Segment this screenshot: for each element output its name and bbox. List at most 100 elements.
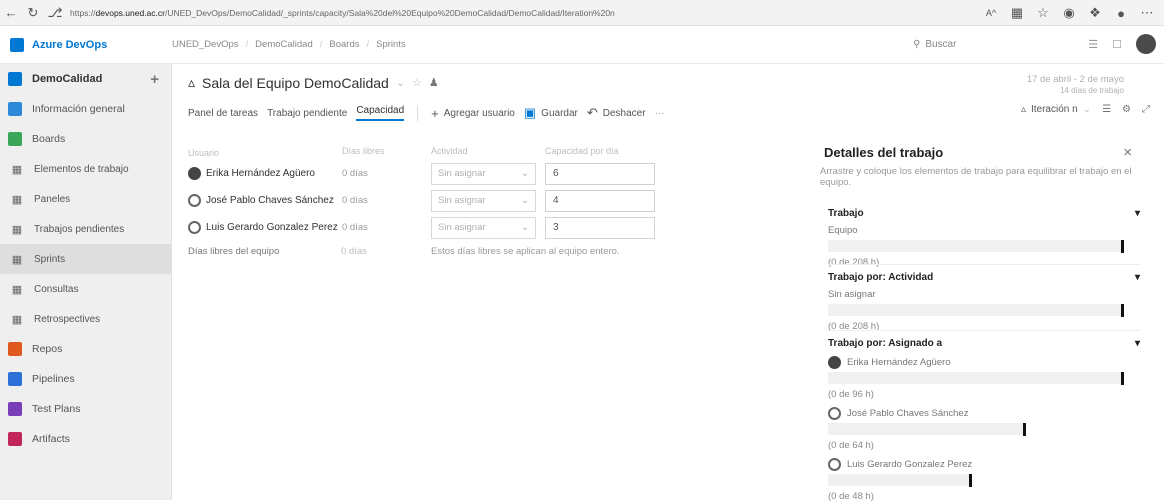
work-team-label: Equipo bbox=[828, 225, 858, 236]
settings-list-icon[interactable]: ☰ bbox=[1088, 38, 1098, 51]
user-cell: Erika Hernández Agüero bbox=[188, 167, 341, 180]
tab-taskboard[interactable]: Panel de tareas bbox=[188, 108, 258, 119]
divider bbox=[828, 264, 1140, 265]
favorite-star-icon[interactable]: ☆ bbox=[412, 76, 422, 89]
tab-capacity[interactable]: Capacidad bbox=[356, 105, 405, 121]
more-icon[interactable]: ⋯ bbox=[1136, 2, 1158, 24]
sidebar-item-test-plans[interactable]: Test Plans bbox=[0, 394, 171, 424]
work-team-hours: (0 de 208 h) bbox=[828, 257, 880, 268]
marketplace-icon[interactable]: ☐ bbox=[1112, 38, 1122, 51]
url-prefix: https:// bbox=[70, 7, 96, 18]
brand[interactable]: Azure DevOps bbox=[0, 37, 172, 52]
chevron-down-icon: ⌄ bbox=[1082, 104, 1092, 115]
activity-select[interactable]: Sin asignar ⌄ bbox=[431, 216, 536, 239]
chevron-down-icon: ⌄ bbox=[521, 222, 529, 233]
favorites-icon[interactable]: ☆ bbox=[1032, 2, 1054, 24]
chevron-down-icon[interactable]: ⌄ bbox=[396, 76, 405, 89]
sidebar-item-boards[interactable]: Boards bbox=[0, 124, 171, 154]
sidebar-item-repos[interactable]: Repos bbox=[0, 334, 171, 364]
column-header-capacity: Capacidad por día bbox=[545, 146, 619, 156]
breadcrumb-org[interactable]: UNED_DevOps bbox=[172, 39, 239, 50]
capacity-value: 3 bbox=[553, 222, 559, 233]
url-path: /UNED_DevOps/DemoCalidad/_sprints/capaci… bbox=[164, 7, 615, 18]
team-name[interactable]: Sala del Equipo DemoCalidad bbox=[202, 75, 389, 91]
iteration-picker[interactable]: ▵ Iteración n ⌄ bbox=[1021, 104, 1091, 115]
activity-value: Sin asignar bbox=[438, 222, 486, 233]
sidebar-item-paneles[interactable]: ▦ Paneles bbox=[0, 184, 171, 214]
collapse-icon[interactable]: ▾ bbox=[1135, 272, 1140, 283]
project-label: DemoCalidad bbox=[32, 73, 103, 85]
capacity-input[interactable]: 3 bbox=[545, 216, 655, 239]
panels-icon: ▦ bbox=[11, 193, 23, 206]
back-icon[interactable]: ← bbox=[0, 2, 22, 24]
table-header: Usuario Días libres Actividad Capacidad … bbox=[188, 146, 655, 160]
breadcrumb-boards[interactable]: Boards bbox=[329, 39, 359, 50]
more-actions-button[interactable]: ··· bbox=[655, 108, 665, 119]
date-range: 17 de abril - 2 de mayo 14 días de traba… bbox=[1027, 74, 1124, 96]
read-aloud-icon[interactable]: A^ bbox=[980, 2, 1002, 24]
user-cell: José Pablo Chaves Sánchez bbox=[188, 194, 341, 207]
team-days-off-value[interactable]: 0 días bbox=[341, 246, 431, 257]
save-button[interactable]: ▣ Guardar bbox=[524, 105, 578, 121]
divider bbox=[417, 105, 419, 121]
work-details-panel: Detalles del trabajo × Arrastre y coloqu… bbox=[820, 136, 1144, 502]
user-cell: Luis Gerardo Gonzalez Perez bbox=[188, 221, 341, 234]
expand-icon[interactable]: ⤢ bbox=[1142, 104, 1150, 115]
project-icon bbox=[8, 72, 22, 86]
sidebar-item-pipelines[interactable]: Pipelines bbox=[0, 364, 171, 394]
address-bar[interactable]: https://devops.uned.ac.cr/UNED_DevOps/De… bbox=[70, 3, 830, 23]
refresh-icon[interactable]: ↻ bbox=[22, 2, 44, 24]
iteration-label: Iteración n bbox=[1030, 104, 1078, 115]
breadcrumb-project[interactable]: DemoCalidad bbox=[255, 39, 313, 50]
sidebar-item-sprints[interactable]: ▦ Sprints bbox=[0, 244, 171, 274]
add-icon[interactable]: + bbox=[150, 71, 159, 88]
column-header-user: Usuario bbox=[188, 148, 220, 158]
avatar bbox=[828, 407, 841, 420]
sidebar-item-consultas[interactable]: ▦ Consultas bbox=[0, 274, 171, 304]
reader-icon[interactable]: ▦ bbox=[1006, 2, 1028, 24]
sidebar-project[interactable]: DemoCalidad + bbox=[0, 64, 171, 94]
sidebar-item-trabajos-pendientes[interactable]: ▦ Trabajos pendientes bbox=[0, 214, 171, 244]
tab-backlog[interactable]: Trabajo pendiente bbox=[267, 108, 347, 119]
search-icon: ⚲ bbox=[913, 38, 921, 50]
assigned-section: Trabajo por: Asignado a ▾ Erika Hernández… bbox=[828, 338, 1140, 502]
settings-icon[interactable]: ⚙ bbox=[1122, 104, 1131, 115]
collections-icon[interactable]: ❖ bbox=[1084, 2, 1106, 24]
filter-icon[interactable]: ☰ bbox=[1102, 104, 1111, 115]
avatar[interactable] bbox=[1136, 34, 1156, 54]
days-off-link[interactable]: 0 días bbox=[341, 168, 431, 179]
team-members-icon[interactable]: ♟ bbox=[429, 76, 439, 89]
table-row: Erika Hernández Agüero 0 días Sin asignar ⌄… bbox=[188, 160, 655, 187]
plus-icon: + bbox=[431, 105, 439, 121]
activity-select[interactable]: Sin asignar ⌄ bbox=[431, 189, 536, 212]
artifacts-icon bbox=[8, 432, 22, 446]
sidebar-item-elementos-de-trabajo[interactable]: ▦ Elementos de trabajo bbox=[0, 154, 171, 184]
capacity-marker bbox=[969, 474, 972, 487]
capacity-marker bbox=[1023, 423, 1026, 436]
search-input[interactable]: ⚲ Buscar bbox=[913, 32, 1043, 56]
overview-icon bbox=[8, 102, 22, 116]
sidebar-item-label: Sprints bbox=[34, 253, 66, 265]
chevron-down-icon: ⌄ bbox=[521, 168, 529, 179]
sidebar-item-artifacts[interactable]: Artifacts bbox=[0, 424, 171, 454]
close-icon[interactable]: × bbox=[1123, 144, 1132, 161]
table-row: José Pablo Chaves Sánchez 0 días Sin asign… bbox=[188, 187, 655, 214]
extensions-icon[interactable]: ◉ bbox=[1058, 2, 1080, 24]
capacity-input[interactable]: 4 bbox=[545, 189, 655, 212]
add-user-button[interactable]: + Agregar usuario bbox=[431, 106, 515, 121]
assigned-user-bar bbox=[828, 372, 1124, 385]
assigned-user-bar bbox=[828, 423, 1026, 436]
pipelines-icon bbox=[8, 372, 22, 386]
undo-button[interactable]: ↶ Deshacer bbox=[587, 105, 646, 121]
days-off-link[interactable]: 0 días bbox=[341, 222, 431, 233]
profile-icon[interactable]: ● bbox=[1110, 2, 1132, 24]
capacity-input[interactable]: 6 bbox=[545, 162, 655, 185]
sidebar-item-información-general[interactable]: Información general bbox=[0, 94, 171, 124]
collapse-icon[interactable]: ▾ bbox=[1135, 338, 1140, 349]
collapse-icon[interactable]: ▾ bbox=[1135, 208, 1140, 219]
activity-select[interactable]: Sin asignar ⌄ bbox=[431, 162, 536, 185]
breadcrumb-sprints[interactable]: Sprints bbox=[376, 39, 406, 50]
sidebar-item-retrospectives[interactable]: ▦ Retrospectives bbox=[0, 304, 171, 334]
sprint-icon: ▵ bbox=[188, 74, 196, 90]
days-off-link[interactable]: 0 días bbox=[341, 195, 431, 206]
